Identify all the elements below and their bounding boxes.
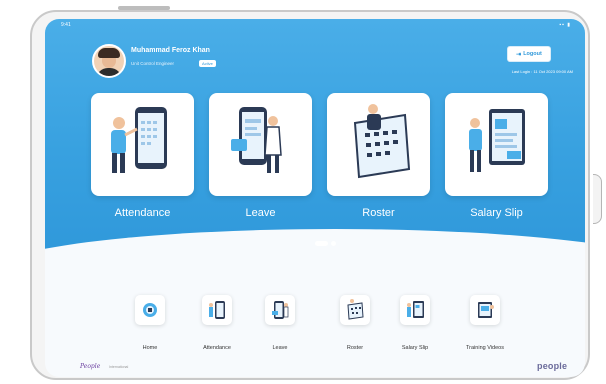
avatar[interactable] xyxy=(92,44,126,78)
card-roster[interactable] xyxy=(327,93,430,196)
status-icons: ▪▪ ▮ xyxy=(559,22,571,28)
leave-icon xyxy=(272,301,289,319)
brand-logo-left: People xyxy=(80,363,101,370)
last-login-text: Last Login : 11 Oct 2023 09:00 AM xyxy=(511,69,573,74)
bottom-nav xyxy=(45,279,585,377)
card-label-leave: Leave xyxy=(245,207,276,219)
training-videos-icon xyxy=(478,302,494,318)
nav-label-salary-slip: Salary Slip xyxy=(401,345,429,351)
carousel-dot[interactable] xyxy=(331,241,336,246)
nav-salary-slip[interactable] xyxy=(400,295,430,325)
nav-label-attendance: Attendance xyxy=(203,345,231,351)
brand-logo-right: people xyxy=(537,361,568,371)
home-icon xyxy=(143,303,157,317)
nav-roster[interactable] xyxy=(340,295,370,325)
status-time: 9:41 xyxy=(61,22,71,28)
card-label-salary-slip: Salary Slip xyxy=(470,207,523,219)
roster-icon xyxy=(347,299,364,320)
attendance-icon xyxy=(209,301,225,319)
user-name: Muhammad Feroz Khan xyxy=(131,47,210,54)
nav-leave[interactable] xyxy=(265,295,295,325)
card-attendance[interactable] xyxy=(91,93,194,196)
user-role: Unit Control Engineer xyxy=(131,61,175,66)
nav-label-roster: Roster xyxy=(346,345,364,351)
nav-training-videos[interactable] xyxy=(470,295,500,325)
nav-label-home: Home xyxy=(142,345,158,351)
nav-label-training-videos: Training Videos xyxy=(466,345,504,351)
nav-attendance[interactable] xyxy=(202,295,232,325)
brand-logo-left-sub: International xyxy=(109,365,129,369)
salary-slip-illustration-icon xyxy=(469,109,525,172)
leave-illustration-icon xyxy=(231,107,282,173)
attendance-illustration-icon xyxy=(111,107,167,173)
nav-home[interactable] xyxy=(135,295,165,325)
card-label-attendance: Attendance xyxy=(114,207,171,219)
logout-label: Logout xyxy=(523,51,542,57)
nav-label-leave: Leave xyxy=(272,345,288,351)
card-leave[interactable] xyxy=(209,93,312,196)
logout-button[interactable]: ⇥ Logout xyxy=(507,46,551,62)
app-screen: 9:41 ▪▪ ▮ Muhammad Feroz Khan Unit Contr… xyxy=(45,19,585,377)
salary-slip-icon xyxy=(407,301,424,318)
logout-icon: ⇥ xyxy=(516,51,522,58)
roster-illustration-icon xyxy=(353,104,411,179)
card-salary-slip[interactable] xyxy=(445,93,548,196)
status-badge: Active xyxy=(199,60,216,67)
carousel-dot-active[interactable] xyxy=(315,241,328,246)
device-side-button xyxy=(593,174,602,224)
card-label-roster: Roster xyxy=(362,207,395,219)
